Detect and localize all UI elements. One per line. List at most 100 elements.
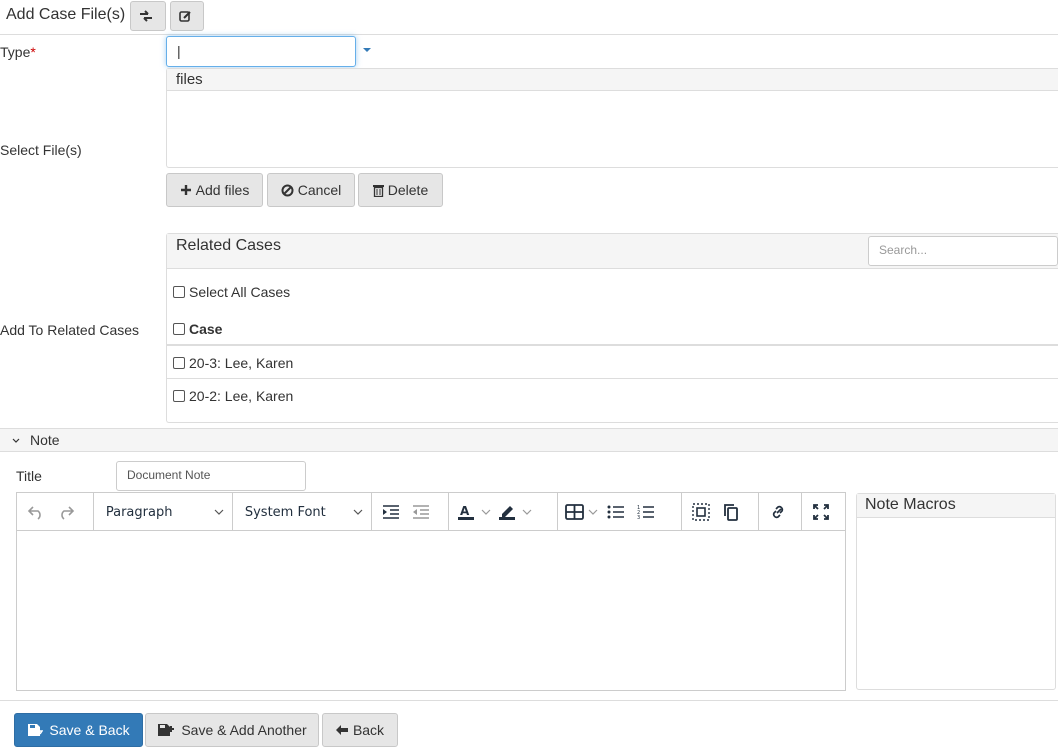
link-group xyxy=(759,493,803,531)
swap-icon xyxy=(140,10,152,22)
highlight-color-button[interactable] xyxy=(494,497,535,527)
chevron-down-icon xyxy=(522,509,532,515)
text-color-button[interactable]: A xyxy=(453,497,494,527)
header-divider xyxy=(0,34,1058,35)
block-format-select[interactable]: Paragraph xyxy=(94,497,232,527)
editor-toolbar: Paragraph System Font A 123 xyxy=(17,493,845,531)
font-family-value: System Font xyxy=(244,504,326,520)
edit-icon xyxy=(178,10,191,22)
save-plus-icon xyxy=(158,724,175,736)
highlighter-icon xyxy=(498,506,515,520)
svg-text:3: 3 xyxy=(637,515,640,520)
files-panel-header: files xyxy=(167,69,1058,91)
save-icon xyxy=(28,724,44,736)
save-and-add-another-button[interactable]: Save & Add Another xyxy=(145,713,319,747)
header-divider xyxy=(167,344,1058,346)
row-label: 20-2: Lee, Karen xyxy=(189,388,294,404)
indent-group xyxy=(372,493,449,531)
case-header-label: Case xyxy=(189,321,223,337)
rich-text-editor: Paragraph System Font A 123 xyxy=(16,492,846,691)
select-all-label: Select All Cases xyxy=(189,284,291,300)
related-cases-header: Related Cases Search... xyxy=(167,234,1058,269)
history-group xyxy=(17,493,94,531)
undo-icon xyxy=(27,506,41,520)
add-files-button[interactable]: Add files xyxy=(166,173,263,207)
select-block-button[interactable] xyxy=(686,497,716,527)
note-title-label: Title xyxy=(16,468,42,484)
row-divider xyxy=(167,378,1058,379)
type-label-text: Type xyxy=(0,44,31,60)
block-format-group: Paragraph xyxy=(94,493,233,531)
chevron-down-icon xyxy=(588,509,597,515)
row-checkbox[interactable] xyxy=(173,357,185,369)
row-checkbox[interactable] xyxy=(173,390,185,402)
type-dropdown-caret-icon[interactable] xyxy=(363,48,371,52)
select-all-checkbox[interactable] xyxy=(173,286,185,298)
save-and-add-another-label: Save & Add Another xyxy=(181,722,307,738)
fullscreen-button[interactable] xyxy=(806,497,836,527)
color-group: A xyxy=(449,493,558,531)
delete-button[interactable]: Delete xyxy=(358,173,443,207)
note-section-toggle[interactable]: Note xyxy=(0,428,1058,452)
edit-button[interactable] xyxy=(170,1,204,31)
cancel-button[interactable]: Cancel xyxy=(267,173,355,207)
ban-icon xyxy=(281,184,294,196)
cancel-label: Cancel xyxy=(297,182,342,198)
indent-icon xyxy=(382,505,399,519)
table-list-group: 123 xyxy=(558,493,683,531)
chevron-down-icon xyxy=(353,509,363,515)
indent-button[interactable] xyxy=(376,497,406,527)
chevron-down-icon xyxy=(12,438,20,443)
fullscreen-icon xyxy=(813,504,829,520)
footer-divider xyxy=(0,700,1058,701)
type-label: Type* xyxy=(0,44,36,60)
select-all-cases[interactable]: Select All Cases xyxy=(173,284,290,300)
plus-icon xyxy=(180,185,191,195)
text-color-icon: A xyxy=(457,504,474,520)
related-cases-title: Related Cases xyxy=(176,237,281,254)
related-cases-panel: Related Cases Search... Select All Cases… xyxy=(166,233,1058,423)
undo-button[interactable] xyxy=(21,497,51,527)
bullet-list-button[interactable] xyxy=(601,497,631,527)
copy-button[interactable] xyxy=(716,497,746,527)
delete-label: Delete xyxy=(387,182,429,198)
note-section-title: Note xyxy=(30,432,60,448)
save-and-back-label: Save & Back xyxy=(49,722,130,738)
note-macros-panel: Note Macros xyxy=(856,493,1056,690)
page-title: Add Case File(s) xyxy=(6,6,126,23)
fullscreen-group xyxy=(802,493,845,531)
select-files-label: Select File(s) xyxy=(0,142,82,158)
numbered-list-icon: 123 xyxy=(637,505,654,520)
svg-text:A: A xyxy=(460,504,470,518)
case-column-header[interactable]: Case xyxy=(173,321,222,337)
files-panel[interactable]: files xyxy=(166,68,1058,168)
chevron-down-icon xyxy=(481,509,491,515)
table-icon xyxy=(564,504,584,520)
swap-button[interactable] xyxy=(130,1,166,31)
font-family-select[interactable]: System Font xyxy=(233,497,371,527)
editor-content-area[interactable] xyxy=(17,532,845,690)
back-label: Back xyxy=(352,722,385,738)
table-button[interactable] xyxy=(562,497,601,527)
outdent-button[interactable] xyxy=(406,497,436,527)
type-input[interactable]: | xyxy=(166,36,356,67)
save-and-back-button[interactable]: Save & Back xyxy=(14,713,143,747)
add-files-label: Add files xyxy=(195,182,250,198)
related-cases-label: Add To Related Cases xyxy=(0,322,140,338)
back-button[interactable]: Back xyxy=(322,713,398,747)
link-icon xyxy=(773,505,784,519)
case-header-checkbox[interactable] xyxy=(173,323,185,335)
select-block-icon xyxy=(692,503,710,521)
numbered-list-button[interactable]: 123 xyxy=(631,497,661,527)
link-button[interactable] xyxy=(763,497,793,527)
table-row[interactable]: 20-3: Lee, Karen xyxy=(173,355,293,371)
trash-icon xyxy=(372,184,384,197)
table-row[interactable]: 20-2: Lee, Karen xyxy=(173,388,293,404)
font-family-group: System Font xyxy=(233,493,372,531)
arrow-left-icon xyxy=(335,725,348,735)
note-macros-title: Note Macros xyxy=(857,494,1055,518)
related-cases-search-input[interactable]: Search... xyxy=(868,236,1058,266)
block-format-value: Paragraph xyxy=(105,504,173,520)
note-title-input[interactable]: Document Note xyxy=(116,461,306,491)
redo-button[interactable] xyxy=(51,497,81,527)
